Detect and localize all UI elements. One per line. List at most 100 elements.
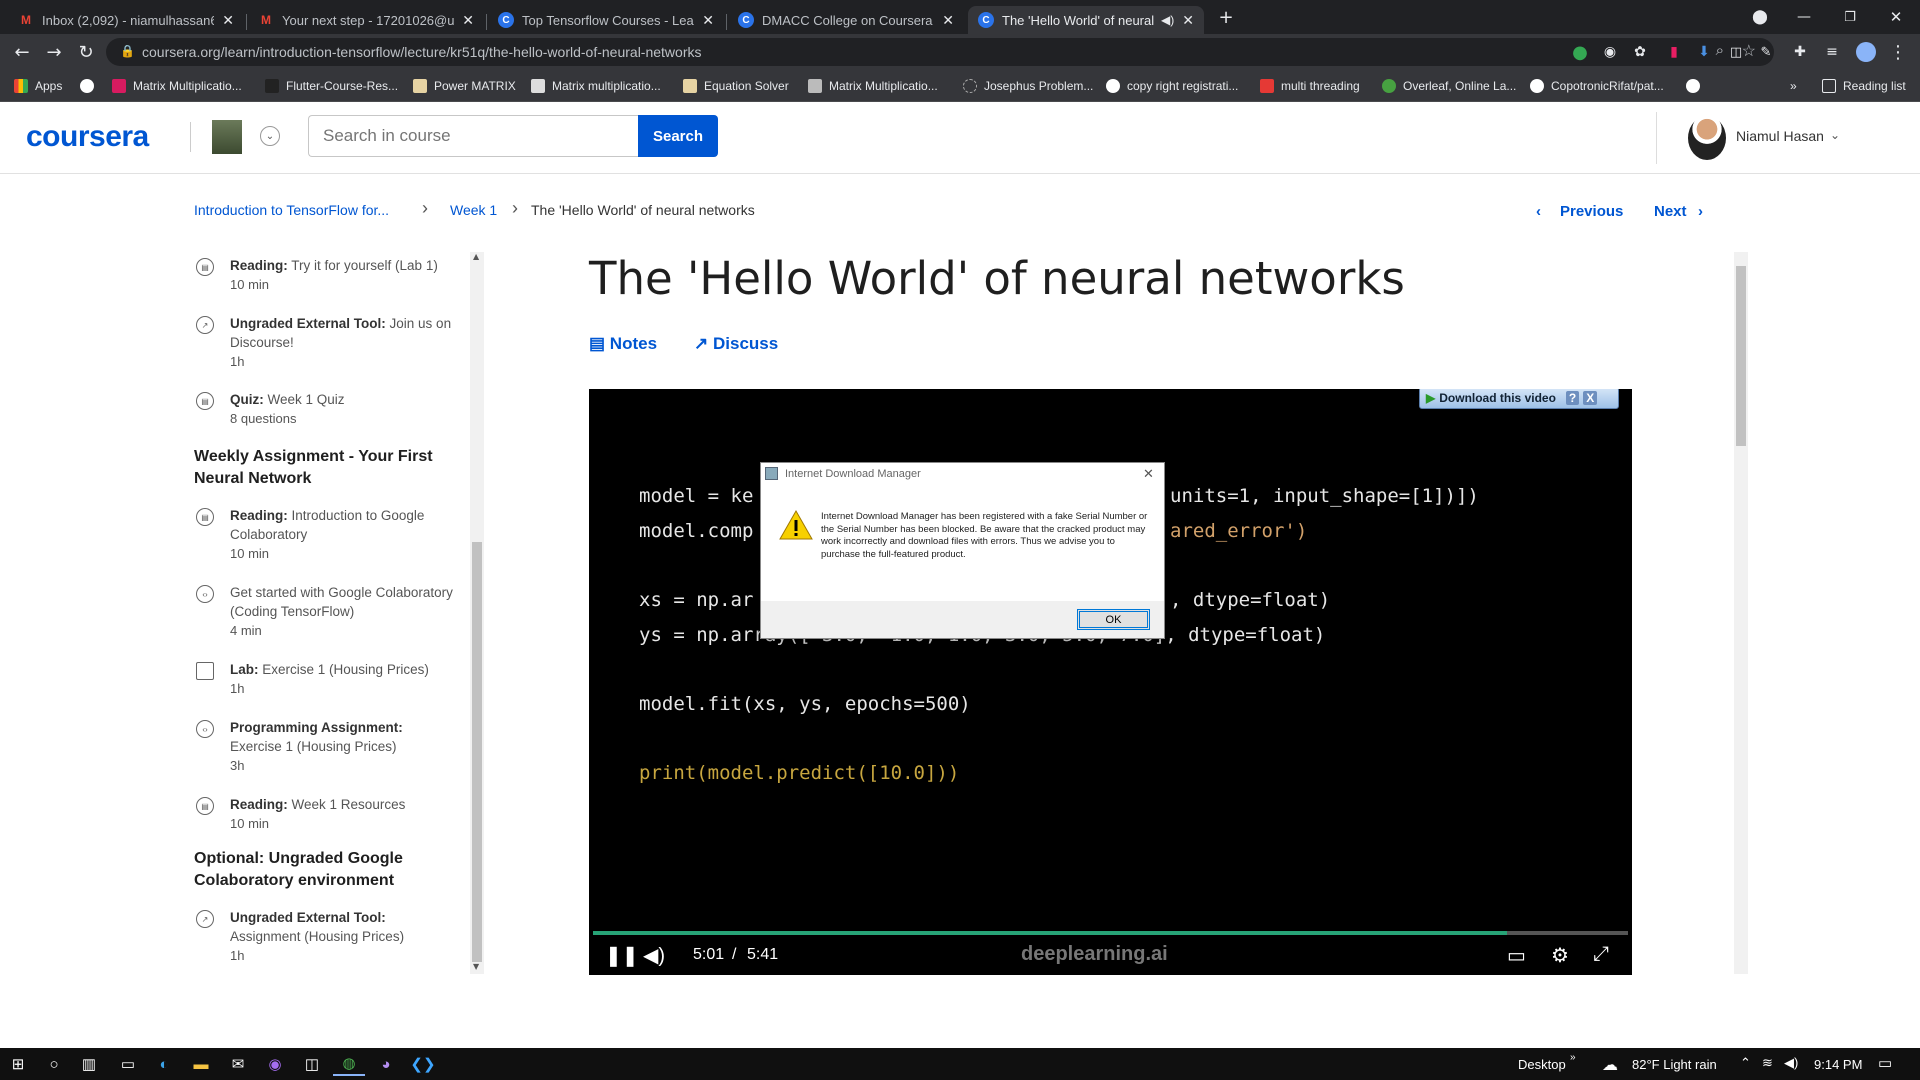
extension-icon[interactable]: ▮ xyxy=(1660,38,1688,66)
profile-avatar[interactable] xyxy=(1852,38,1880,66)
fullscreen-icon[interactable]: ⤢ xyxy=(1593,943,1609,966)
desktop-toolbar[interactable]: Desktop xyxy=(1518,1057,1566,1072)
bookmark-multithreading[interactable]: multi threading xyxy=(1260,76,1360,96)
tab-tensorflow-courses[interactable]: C Top Tensorflow Courses - Learn T ✕ xyxy=(488,6,724,34)
back-icon[interactable]: ← xyxy=(8,38,36,66)
sidebar-item-discourse[interactable]: ↗ Ungraded External Tool: Join us on Dis… xyxy=(190,314,460,374)
file-explorer-icon[interactable]: ▬ xyxy=(185,1052,217,1076)
bookmark-flutter[interactable]: Flutter-Course-Res... xyxy=(265,76,398,96)
bookmarks-more[interactable]: » xyxy=(1790,76,1797,96)
restore-icon[interactable]: ❐ xyxy=(1836,3,1864,31)
coursera-logo[interactable]: coursera xyxy=(26,120,149,154)
chevron-down-icon[interactable]: ⌄ xyxy=(1830,128,1840,142)
chevron-down-icon[interactable]: ⌄ xyxy=(260,126,280,146)
ok-button[interactable]: OK xyxy=(1077,609,1150,630)
windows-start-icon[interactable]: ⊞ xyxy=(2,1052,34,1076)
search-input[interactable] xyxy=(308,115,638,157)
close-tab-icon[interactable]: ✕ xyxy=(462,12,474,29)
app-icon[interactable]: ◫ xyxy=(296,1052,328,1076)
tab-gmail-next-step[interactable]: M Your next step - 17201026@uap- ✕ xyxy=(248,6,484,34)
sidebar-item-programming-assignment[interactable]: ‹› Programming Assignment: Exercise 1 (Ho… xyxy=(190,718,460,778)
vscode-icon[interactable]: ❮❯ xyxy=(407,1052,439,1076)
tab-hello-world-active[interactable]: C The 'Hello World' of neural n ◀) ✕ xyxy=(968,6,1204,34)
search-button[interactable]: Search xyxy=(638,115,718,157)
extension-icon[interactable]: ◫ xyxy=(1722,38,1750,66)
close-tab-icon[interactable]: ✕ xyxy=(942,12,954,29)
chevron-icon[interactable]: » xyxy=(1570,1052,1576,1063)
close-tab-icon[interactable]: ✕ xyxy=(1182,12,1194,29)
bookmark-apps[interactable]: Apps xyxy=(14,76,62,96)
bookmark-overleaf[interactable]: Overleaf, Online La... xyxy=(1382,76,1516,96)
bookmark-icon-only-2[interactable] xyxy=(1686,76,1707,96)
messenger-icon[interactable]: ◉ xyxy=(259,1052,291,1076)
extension-icon[interactable]: ✿ xyxy=(1626,38,1654,66)
new-tab-icon[interactable]: + xyxy=(1212,3,1240,31)
volume-icon[interactable]: ◀) xyxy=(643,943,665,968)
bookmark-matrix-1[interactable]: Matrix Multiplicatio... xyxy=(112,76,242,96)
notifications-icon[interactable]: ▭ xyxy=(1878,1054,1892,1072)
pause-icon[interactable]: ❚❚ xyxy=(605,943,639,968)
notes-button[interactable]: ▤ Notes xyxy=(589,334,657,354)
sidebar-item-quiz[interactable]: ▤ Quiz: Week 1 Quiz 8 questions xyxy=(190,390,460,438)
sidebar-item-week1-resources[interactable]: ▤ Reading: Week 1 Resources 10 min xyxy=(190,795,460,841)
bookmark-equation-solver[interactable]: Equation Solver xyxy=(683,76,789,96)
reload-icon[interactable]: ↻ xyxy=(72,38,100,66)
bookmark-github[interactable]: CopotronicRifat/pat... xyxy=(1530,76,1664,96)
forward-icon[interactable]: → xyxy=(40,38,68,66)
download-extension-icon[interactable]: ⬇ xyxy=(1690,38,1718,66)
clock[interactable]: 9:14 PM xyxy=(1814,1057,1862,1072)
bookmark-copyright[interactable]: copy right registrati... xyxy=(1106,76,1238,96)
minimize-icon[interactable]: — xyxy=(1790,3,1818,31)
user-avatar[interactable] xyxy=(1688,116,1726,160)
camera-icon[interactable]: ◉ xyxy=(1596,38,1624,66)
user-name[interactable]: Niamul Hasan xyxy=(1736,128,1824,144)
previous-button[interactable]: Previous xyxy=(1560,203,1623,220)
scroll-up-icon[interactable]: ▲ xyxy=(473,252,479,261)
reading-list[interactable]: Reading list xyxy=(1822,76,1906,96)
sidebar-item-lab1-reading[interactable]: ▤ Reading: Try it for yourself (Lab 1) 1… xyxy=(190,256,460,306)
volume-icon[interactable]: ◀) xyxy=(1784,1055,1798,1071)
puzzle-icon[interactable]: ✚ xyxy=(1786,38,1814,66)
scrollbar-thumb[interactable] xyxy=(472,542,482,962)
grammarly-icon[interactable]: ● xyxy=(1566,38,1594,66)
wifi-icon[interactable]: ≋ xyxy=(1762,1055,1773,1071)
close-window-icon[interactable]: ✕ xyxy=(1882,3,1910,31)
close-tab-icon[interactable]: ✕ xyxy=(222,12,234,29)
chevron-left-icon[interactable]: ‹ xyxy=(1536,203,1541,220)
close-icon[interactable]: ✕ xyxy=(1143,466,1154,482)
video-progress-bar[interactable] xyxy=(593,931,1628,935)
playlist-icon[interactable]: ≡ xyxy=(1818,38,1846,66)
speaker-icon[interactable]: ◀) xyxy=(1161,13,1174,27)
chevron-right-icon[interactable]: › xyxy=(1698,203,1703,220)
download-video-button[interactable]: Download this video xyxy=(1439,391,1556,405)
course-avatar[interactable] xyxy=(212,120,242,154)
help-icon[interactable]: ? xyxy=(1565,391,1580,405)
close-tab-icon[interactable]: ✕ xyxy=(702,12,714,29)
mail-icon[interactable]: ✉ xyxy=(222,1052,254,1076)
menu-icon[interactable]: ⋮ xyxy=(1884,38,1912,66)
breadcrumb-course[interactable]: Introduction to TensorFlow for... xyxy=(194,202,389,218)
scroll-down-icon[interactable]: ▼ xyxy=(473,962,479,971)
discuss-button[interactable]: ↗ Discuss xyxy=(694,334,778,354)
github-desktop-icon[interactable]: ◕ xyxy=(370,1052,402,1076)
close-icon[interactable]: X xyxy=(1583,391,1598,405)
sidebar-item-assignment-housing[interactable]: ↗ Ungraded External Tool: Assignment (Hou… xyxy=(190,908,460,968)
weather-text[interactable]: 82°F Light rain xyxy=(1632,1057,1717,1072)
page-scrollbar[interactable] xyxy=(1734,252,1748,974)
pen-icon[interactable]: ✎ xyxy=(1752,38,1780,66)
sidebar-item-lab-exercise1[interactable]: Lab: Exercise 1 (Housing Prices) 1h xyxy=(190,660,460,706)
chrome-icon[interactable]: ◍ xyxy=(333,1052,365,1076)
terminal-icon[interactable]: ▭ xyxy=(112,1052,144,1076)
breadcrumb-week[interactable]: Week 1 xyxy=(450,202,497,218)
gear-icon[interactable]: ⚙ xyxy=(1551,943,1569,968)
sidebar-item-colab-intro[interactable]: ▤ Reading: Introduction to Google Colabo… xyxy=(190,506,460,566)
bookmark-matrix-3[interactable]: Matrix Multiplicatio... xyxy=(808,76,938,96)
task-view-icon[interactable]: ▥ xyxy=(73,1052,105,1076)
bookmark-icon-only[interactable] xyxy=(80,76,101,96)
bookmark-josephus[interactable]: Josephus Problem... xyxy=(963,76,1093,96)
search-icon[interactable]: ○ xyxy=(38,1052,70,1076)
tab-search-icon[interactable]: ⬤ xyxy=(1746,3,1774,31)
sidebar-scrollbar[interactable]: ▲ ▼ xyxy=(470,252,484,974)
url-field[interactable]: 🔒 coursera.org/learn/introduction-tensor… xyxy=(106,38,1774,66)
bookmark-matrix-2[interactable]: Matrix multiplicatio... xyxy=(531,76,661,96)
